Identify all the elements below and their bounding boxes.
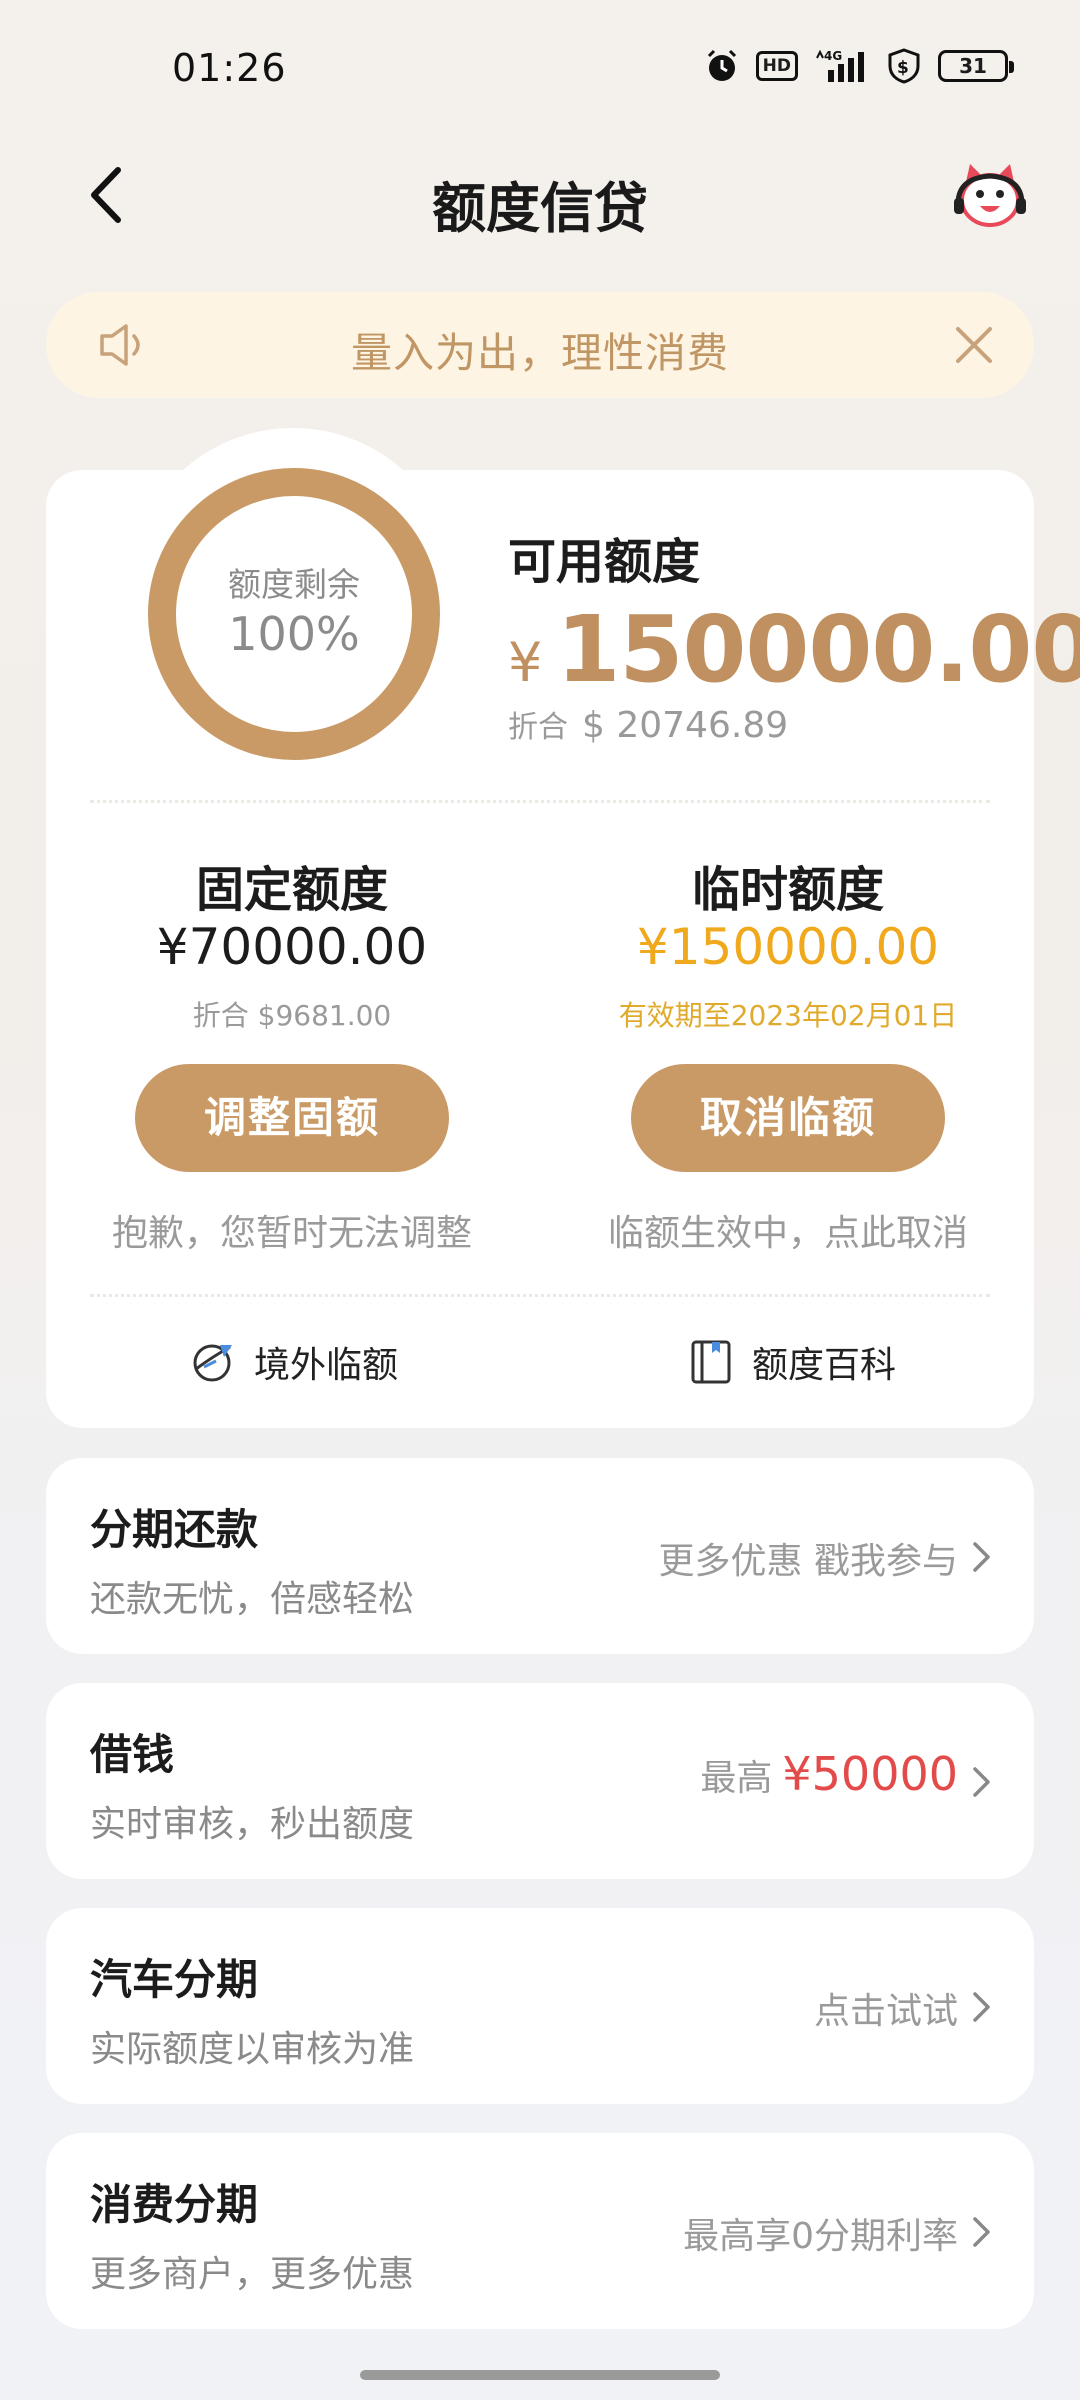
page-title: 额度信贷 [432, 177, 648, 240]
service-car-installment[interactable]: 汽车分期 实际额度以审核为准 点击试试 [46, 1908, 1034, 2104]
status-bar: 01:26 HD 4G $ 31 [0, 0, 1080, 130]
service-installment-repay[interactable]: 分期还款 还款无忧，倍感轻松 更多优惠 戳我参与 [46, 1458, 1034, 1654]
service-promo: 最高 ¥50000 [700, 1747, 958, 1801]
available-conversion: 折合 $ 20746.89 [508, 702, 788, 746]
service-subtitle: 实际额度以审核为准 [90, 2029, 415, 2070]
adjust-fixed-button[interactable]: 调整固额 [135, 1064, 449, 1172]
credit-wiki[interactable]: 额度百科 [688, 1336, 896, 1388]
fixed-amount: ¥70000.00 [156, 918, 428, 976]
alarm-icon [704, 48, 740, 84]
available-label: 可用额度 [508, 534, 701, 590]
globe-plane-icon [190, 1339, 236, 1385]
service-subtitle: 实时审核，秒出额度 [90, 1804, 415, 1845]
cancel-temporary-button[interactable]: 取消临额 [631, 1064, 945, 1172]
service-promo: 更多优惠 戳我参与 [659, 1532, 958, 1584]
notice-banner: 量入为出，理性消费 [46, 292, 1034, 398]
service-consumer-installment[interactable]: 消费分期 更多商户，更多优惠 最高享0分期利率 [46, 2133, 1034, 2329]
shield-dollar-icon: $ [886, 48, 922, 84]
service-title: 借钱 [90, 1730, 175, 1779]
currency-symbol: ¥ [508, 631, 543, 694]
service-borrow[interactable]: 借钱 实时审核，秒出额度 最高 ¥50000 [46, 1683, 1034, 1879]
conversion-prefix: 折合 [508, 710, 568, 745]
available-value: 150000.00 [556, 596, 1080, 703]
chevron-right-icon [970, 1988, 994, 2026]
fixed-credit: 固定额度 ¥70000.00 折合 $9681.00 调整固额 抱歉，您暂时无法… [52, 850, 532, 1256]
app-header: 额度信贷 [0, 150, 1080, 240]
service-promo: 点击试试 [814, 1982, 958, 2034]
chevron-right-icon [970, 1763, 994, 1801]
temporary-label: 临时额度 [691, 862, 884, 918]
service-subtitle: 更多商户，更多优惠 [90, 2254, 415, 2295]
available-amount: ¥ 150000.00 [508, 596, 1080, 703]
service-promo: 最高享0分期利率 [683, 2207, 958, 2259]
hd-icon: HD [755, 51, 798, 81]
fixed-conversion: 折合 $9681.00 [192, 999, 392, 1032]
status-time: 01:26 [172, 46, 287, 90]
service-title: 汽车分期 [90, 1955, 259, 2004]
status-icons: HD 4G $ 31 [704, 48, 1014, 84]
divider [90, 1294, 990, 1297]
conversion-value: $ 20746.89 [582, 705, 789, 746]
cat-mascot-icon [954, 164, 1026, 227]
close-icon[interactable] [946, 317, 1002, 373]
ring-label: 额度剩余 [228, 565, 360, 604]
signal-icon: 4G [814, 48, 870, 84]
chevron-right-icon [970, 2213, 994, 2251]
service-right-text: 更多优惠 戳我参与 [658, 1541, 958, 1582]
fixed-label: 固定额度 [195, 862, 388, 918]
temporary-note[interactable]: 临额生效中，点此取消 [548, 1204, 1028, 1256]
service-right-text: 最高享0分期利率 [683, 2216, 958, 2257]
service-highlight: ¥50000 [782, 1747, 958, 1801]
notice-text: 量入为出，理性消费 [351, 329, 729, 377]
book-icon [688, 1339, 734, 1385]
overseas-temp-credit[interactable]: 境外临额 [190, 1336, 398, 1388]
temporary-validity: 有效期至2023年02月01日 [618, 999, 958, 1032]
battery-icon: 31 [938, 50, 1014, 82]
tool-label: 额度百科 [752, 1345, 897, 1386]
chevron-right-icon [970, 1538, 994, 1576]
divider [90, 800, 990, 803]
svg-text:$: $ [897, 58, 909, 78]
service-title: 分期还款 [90, 1505, 259, 1554]
ring-percent: 100% [228, 607, 360, 661]
service-title: 消费分期 [90, 2180, 259, 2229]
temporary-amount: ¥150000.00 [636, 918, 940, 976]
assistant-button[interactable] [950, 158, 1030, 238]
tool-label: 境外临额 [254, 1345, 399, 1386]
service-right-text: 最高 [700, 1758, 773, 1799]
fixed-note: 抱歉，您暂时无法调整 [111, 1213, 472, 1254]
service-right-text: 点击试试 [813, 1991, 958, 2032]
temporary-credit: 临时额度 ¥150000.00 有效期至2023年02月01日 取消临额 临额生… [548, 850, 1028, 1256]
svg-text:4G: 4G [824, 49, 842, 63]
home-indicator[interactable] [360, 2370, 720, 2380]
service-subtitle: 还款无忧，倍感轻松 [90, 1579, 415, 1620]
